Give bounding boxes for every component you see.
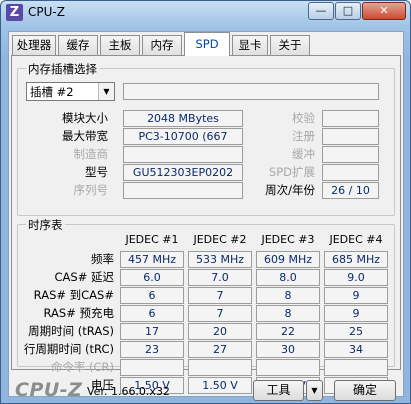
tab-spd[interactable]: SPD <box>184 32 230 56</box>
timing-row-label: 命令率 (CR) <box>50 360 114 374</box>
cpuz-logo: CPU-Z <box>15 379 83 401</box>
memory-slot-group-title: 内存插槽选择 <box>26 61 99 77</box>
ok-button[interactable]: 确定 <box>334 380 396 401</box>
timing-cell: 34 <box>324 341 388 358</box>
close-button[interactable]: ✕ <box>362 2 406 20</box>
correction-label: 校验 <box>292 111 315 125</box>
memory-slot-group: 内存插槽选择 插槽 #2 ▼ 模块大小 2048 MBytes 校验 最大带宽 … <box>17 61 395 216</box>
timing-cell: 7.0 <box>188 269 252 286</box>
timing-cell: 8 <box>256 287 320 304</box>
timing-cell: 9 <box>324 287 388 304</box>
timing-cell: 609 MHz <box>256 251 320 268</box>
tools-dropdown-button[interactable]: ▼ <box>306 380 323 401</box>
manufacturer-field <box>123 146 243 163</box>
correction-field <box>322 110 379 127</box>
timing-column-header: JEDEC #1 <box>125 233 179 246</box>
timing-cell: 25 <box>324 323 388 340</box>
part-number-field: GU512303EP0202 <box>123 164 243 181</box>
manufacturer-label: 制造商 <box>73 147 109 161</box>
tab-cache[interactable]: 缓存 <box>58 35 98 55</box>
minimize-button[interactable]: — <box>308 2 334 20</box>
timing-row-label: CAS# 延迟 <box>54 270 115 284</box>
timing-cell: 23 <box>120 341 184 358</box>
part-number-label: 型号 <box>85 165 108 179</box>
buffered-label: 缓冲 <box>292 147 315 161</box>
max-bandwidth-label: 最大带宽 <box>62 129 108 143</box>
timing-cell: 9.0 <box>324 269 388 286</box>
timing-cell: 7 <box>188 305 252 322</box>
timing-cell: 685 MHz <box>324 251 388 268</box>
tab-mainboard[interactable]: 主板 <box>100 35 140 55</box>
timing-cell <box>120 359 184 376</box>
timing-cell: 1.50 V <box>188 377 252 394</box>
serial-number-field <box>123 182 243 199</box>
timing-cell: 533 MHz <box>188 251 252 268</box>
timing-cell: 27 <box>188 341 252 358</box>
timing-cell: 30 <box>256 341 320 358</box>
timing-cell: 8.0 <box>256 269 320 286</box>
maximize-button[interactable]: □ <box>335 2 361 20</box>
spd-ext-label: SPD扩展 <box>268 165 315 179</box>
timing-row-label: 行周期时间 (tRC) <box>23 342 114 356</box>
slot-select[interactable]: 插槽 #2 ▼ <box>26 82 115 101</box>
module-size-label: 模块大小 <box>62 111 108 125</box>
spd-tab-pane: 内存插槽选择 插槽 #2 ▼ 模块大小 2048 MBytes 校验 最大带宽 … <box>11 55 401 394</box>
window-title: CPU-Z <box>28 5 65 19</box>
module-size-field: 2048 MBytes <box>123 110 243 127</box>
timing-cell <box>188 359 252 376</box>
timing-column-header: JEDEC #4 <box>329 233 383 246</box>
module-type-field <box>123 83 379 100</box>
timing-cell: 9 <box>324 305 388 322</box>
timing-cell: 8 <box>256 305 320 322</box>
timing-cell <box>324 359 388 376</box>
timing-cell: 6 <box>120 287 184 304</box>
timing-row-label: 周期时间 (tRAS) <box>28 324 114 338</box>
week-year-field: 26 / 10 <box>322 182 379 199</box>
client-area: 处理器 缓存 主板 内存 SPD 显卡 关于 内存插槽选择 插槽 #2 ▼ 模块… <box>8 31 404 401</box>
cpuz-window: Z CPU-Z — □ ✕ 处理器 缓存 主板 内存 SPD 显卡 关于 内存插… <box>0 0 411 404</box>
timing-cell: 7 <box>188 287 252 304</box>
tools-button[interactable]: 工具 <box>253 380 304 401</box>
tab-processor[interactable]: 处理器 <box>12 35 56 55</box>
timing-column-header: JEDEC #2 <box>193 233 247 246</box>
timing-cell: 6.0 <box>120 269 184 286</box>
tab-graphics[interactable]: 显卡 <box>232 35 268 55</box>
timing-row-label: RAS# 预充电 <box>43 306 114 320</box>
chevron-down-icon[interactable]: ▼ <box>98 83 114 100</box>
timing-column-header: JEDEC #3 <box>261 233 315 246</box>
tab-about[interactable]: 关于 <box>270 35 310 55</box>
timing-cell: 20 <box>188 323 252 340</box>
timing-cell: 6 <box>120 305 184 322</box>
serial-number-label: 序列号 <box>73 183 109 197</box>
slot-select-value: 插槽 #2 <box>30 85 74 99</box>
max-bandwidth-field: PC3-10700 (667 MHz) <box>123 128 243 158</box>
timing-cell: 22 <box>256 323 320 340</box>
timing-row-label: RAS# 到CAS# <box>33 288 114 302</box>
spd-ext-field <box>322 164 379 181</box>
timing-cell: 457 MHz <box>120 251 184 268</box>
version-text: Ver. 1.66.0.x32 <box>87 385 170 398</box>
tab-memory[interactable]: 内存 <box>142 35 182 55</box>
buffered-field <box>322 146 379 163</box>
cpuz-app-icon: Z <box>6 4 23 21</box>
timing-row-label: 频率 <box>91 252 114 266</box>
tab-strip: 处理器 缓存 主板 内存 SPD 显卡 关于 <box>9 32 403 56</box>
timing-cell <box>256 359 320 376</box>
timing-cell: 17 <box>120 323 184 340</box>
timings-group: 时序表 JEDEC #1 JEDEC #2 JEDEC #3 JEDEC #4 … <box>17 217 395 394</box>
week-year-label: 周次/年份 <box>265 183 315 197</box>
title-bar[interactable]: Z CPU-Z — □ ✕ <box>1 1 410 25</box>
timings-group-title: 时序表 <box>26 217 65 233</box>
registered-field <box>322 128 379 145</box>
registered-label: 注册 <box>292 129 315 143</box>
